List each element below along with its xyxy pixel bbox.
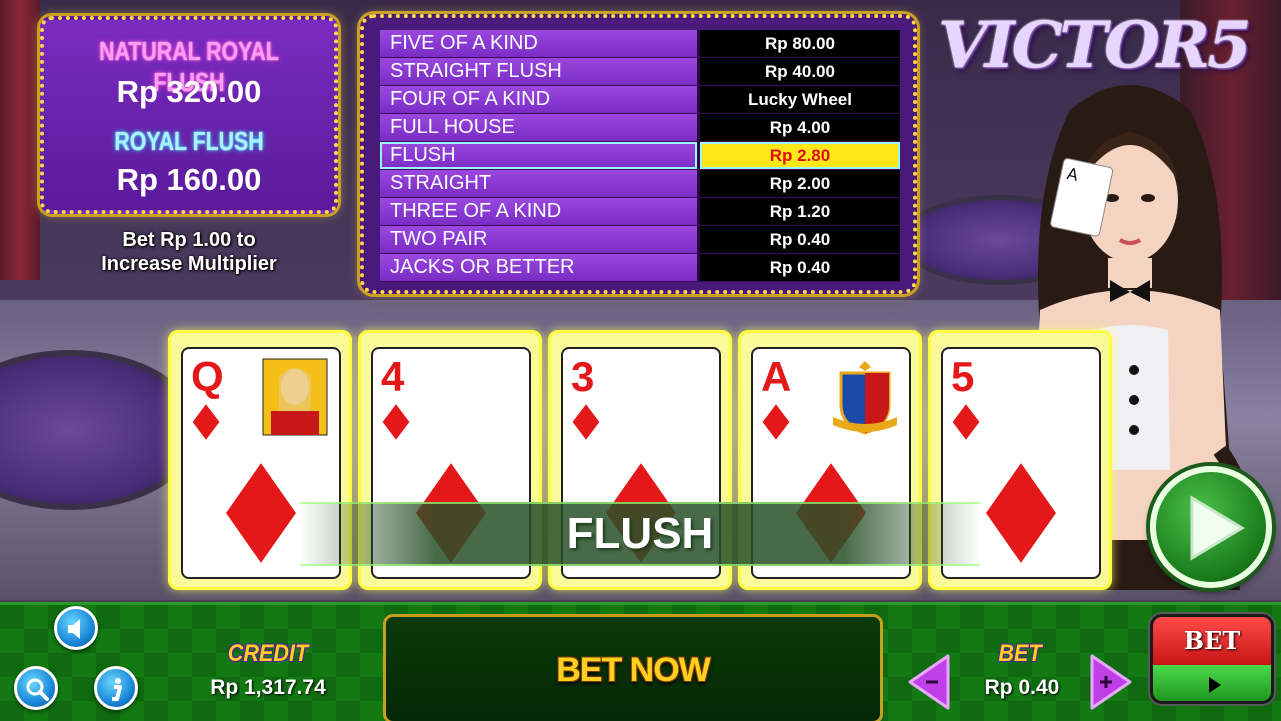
- diamond-suit-icon: [952, 404, 980, 440]
- paytable-hand: FULL HOUSE: [380, 114, 700, 141]
- bet-now-text: BET NOW: [556, 651, 711, 689]
- paytable-payout: Rp 80.00: [700, 30, 900, 57]
- card-rank: 4: [381, 353, 405, 400]
- credit-label: CREDIT: [227, 640, 309, 667]
- queen-face-icon: [262, 358, 328, 436]
- paytable-hand: FOUR OF A KIND: [380, 86, 700, 113]
- diamond-suit-icon: [382, 404, 410, 440]
- sound-toggle-button[interactable]: [54, 606, 98, 650]
- diamond-suit-icon: [192, 404, 220, 440]
- hand-result-text: FLUSH: [566, 509, 714, 558]
- play-arrow-icon: [1209, 677, 1221, 693]
- paytable-hand: FLUSH: [380, 142, 700, 169]
- royal-flush-title: ROYAL FLUSH: [114, 126, 264, 156]
- bet-value: Rp 0.40: [984, 676, 1060, 699]
- info-icon: [112, 678, 122, 701]
- paytable-payout: Rp 0.40: [700, 254, 900, 281]
- diamond-suit-icon: [762, 404, 790, 440]
- jackpot-panel: NATURAL ROYAL FLUSH Rp 320.00 ROYAL FLUS…: [40, 16, 338, 214]
- royal-flush-amount: Rp 160.00: [116, 162, 262, 197]
- paytable-row: FULL HOUSE Rp 4.00: [380, 114, 901, 142]
- paytable-row: JACKS OR BETTER Rp 0.40: [380, 254, 901, 282]
- paytable-row: FIVE OF A KIND Rp 80.00: [380, 30, 901, 58]
- bet-decrease-button[interactable]: [906, 652, 950, 712]
- bet-multiplier-hint: Bet Rp 1.00 to Increase Multiplier: [40, 228, 338, 276]
- bet-hint-line1: Bet Rp 1.00 to: [122, 229, 256, 251]
- bet-button[interactable]: BET: [1150, 614, 1274, 704]
- bet-now-message-panel: BET NOW: [383, 614, 883, 721]
- card-rank: 5: [951, 353, 975, 400]
- curtain-left: [0, 0, 40, 280]
- crest-emblem-icon: [833, 361, 897, 435]
- paytable-row-active: FLUSH Rp 2.80: [380, 142, 901, 170]
- magnifier-icon: [26, 678, 49, 701]
- bet-label: BET: [998, 640, 1042, 667]
- paytable-hand: THREE OF A KIND: [380, 198, 700, 225]
- hand-result-banner: FLUSH: [300, 502, 980, 566]
- paytable-payout: Rp 4.00: [700, 114, 900, 141]
- deal-play-button[interactable]: [1150, 466, 1272, 588]
- card-rank: Q: [191, 353, 224, 400]
- play-icon: [1190, 495, 1245, 561]
- paytable-hand: STRAIGHT: [380, 170, 700, 197]
- diamond-suit-icon: [986, 463, 1056, 563]
- paytable-payout: Rp 2.00: [700, 170, 900, 197]
- paytable-payout: Rp 1.20: [700, 198, 900, 225]
- paytable-payout: Rp 2.80: [700, 142, 900, 169]
- paytable-hand: JACKS OR BETTER: [380, 254, 700, 281]
- paytable-row: THREE OF A KIND Rp 1.20: [380, 198, 901, 226]
- paytable-hand: TWO PAIR: [380, 226, 700, 253]
- card-rank: 3: [571, 353, 595, 400]
- card-rank: A: [761, 353, 792, 400]
- diamond-suit-icon: [226, 463, 296, 563]
- paytable-payout: Rp 40.00: [700, 58, 900, 85]
- credit-value: Rp 1,317.74: [210, 676, 326, 699]
- paytable-row: TWO PAIR Rp 0.40: [380, 226, 901, 254]
- bet-button-lower: [1153, 665, 1271, 701]
- paytable-row: FOUR OF A KIND Lucky Wheel: [380, 86, 901, 114]
- diamond-suit-icon: [572, 404, 600, 440]
- paytable-payout: Rp 0.40: [700, 226, 900, 253]
- bet-button-label: BET: [1153, 617, 1271, 665]
- paytable-row: STRAIGHT Rp 2.00: [380, 170, 901, 198]
- bet-increase-button[interactable]: [1090, 652, 1134, 712]
- paytable: FIVE OF A KIND Rp 80.00 STRAIGHT FLUSH R…: [360, 14, 917, 294]
- bet-hint-line2: Increase Multiplier: [101, 253, 277, 275]
- paytable-hand: STRAIGHT FLUSH: [380, 58, 700, 85]
- paytable-hand: FIVE OF A KIND: [380, 30, 700, 57]
- paytable-row: STRAIGHT FLUSH Rp 40.00: [380, 58, 901, 86]
- speaker-icon: [68, 619, 80, 639]
- natural-royal-flush-amount: Rp 320.00: [116, 74, 262, 109]
- paytable-payout: Lucky Wheel: [700, 86, 900, 113]
- info-button[interactable]: [94, 666, 138, 710]
- zoom-button[interactable]: [14, 666, 58, 710]
